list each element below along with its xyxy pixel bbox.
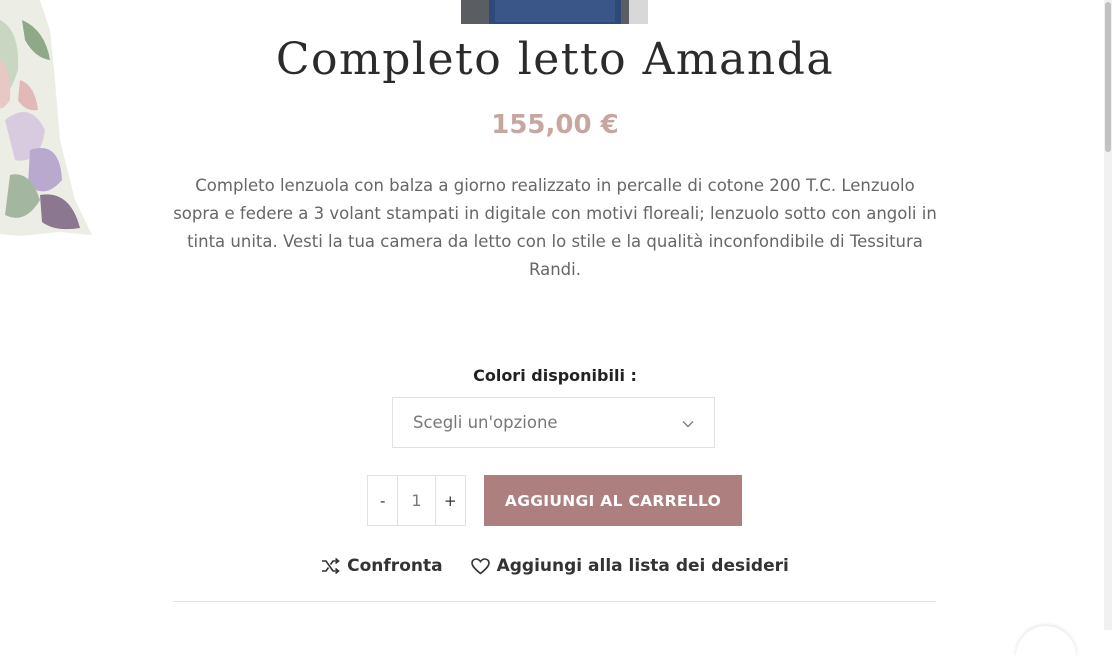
wishlist-label: Aggiungi alla lista dei desideri (496, 556, 789, 576)
compare-link[interactable]: Confronta (321, 556, 443, 576)
chevron-down-icon (682, 413, 694, 432)
colors-label-text: Colori disponibili (473, 366, 625, 385)
product-title: Completo letto Amanda (275, 34, 835, 85)
quantity-minus-button[interactable]: - (368, 476, 397, 525)
page-scrollbar[interactable] (1104, 0, 1112, 630)
compare-label: Confronta (347, 556, 443, 576)
shuffle-icon (321, 558, 340, 574)
color-select-value: Scegli un'opzione (413, 413, 558, 432)
add-to-cart-button[interactable]: AGGIUNGI AL CARRELLO (484, 475, 742, 526)
product-price: 155,00 € (491, 110, 619, 140)
product-image-navy[interactable] (461, 0, 648, 24)
heart-icon (470, 557, 490, 575)
product-actions: Confronta Aggiungi alla lista dei deside… (0, 556, 1110, 576)
section-divider (173, 601, 936, 602)
color-select[interactable]: Scegli un'opzione (392, 397, 715, 448)
quantity-input[interactable]: 1 (397, 476, 436, 525)
quantity-plus-button[interactable]: + (436, 476, 465, 525)
chat-widget[interactable] (1016, 626, 1076, 656)
quantity-stepper: - 1 + (367, 475, 466, 526)
product-description: Completo lenzuola con balza a giorno rea… (173, 176, 937, 279)
colors-label: Colori disponibili : (473, 366, 637, 385)
wishlist-link[interactable]: Aggiungi alla lista dei desideri (470, 556, 789, 576)
